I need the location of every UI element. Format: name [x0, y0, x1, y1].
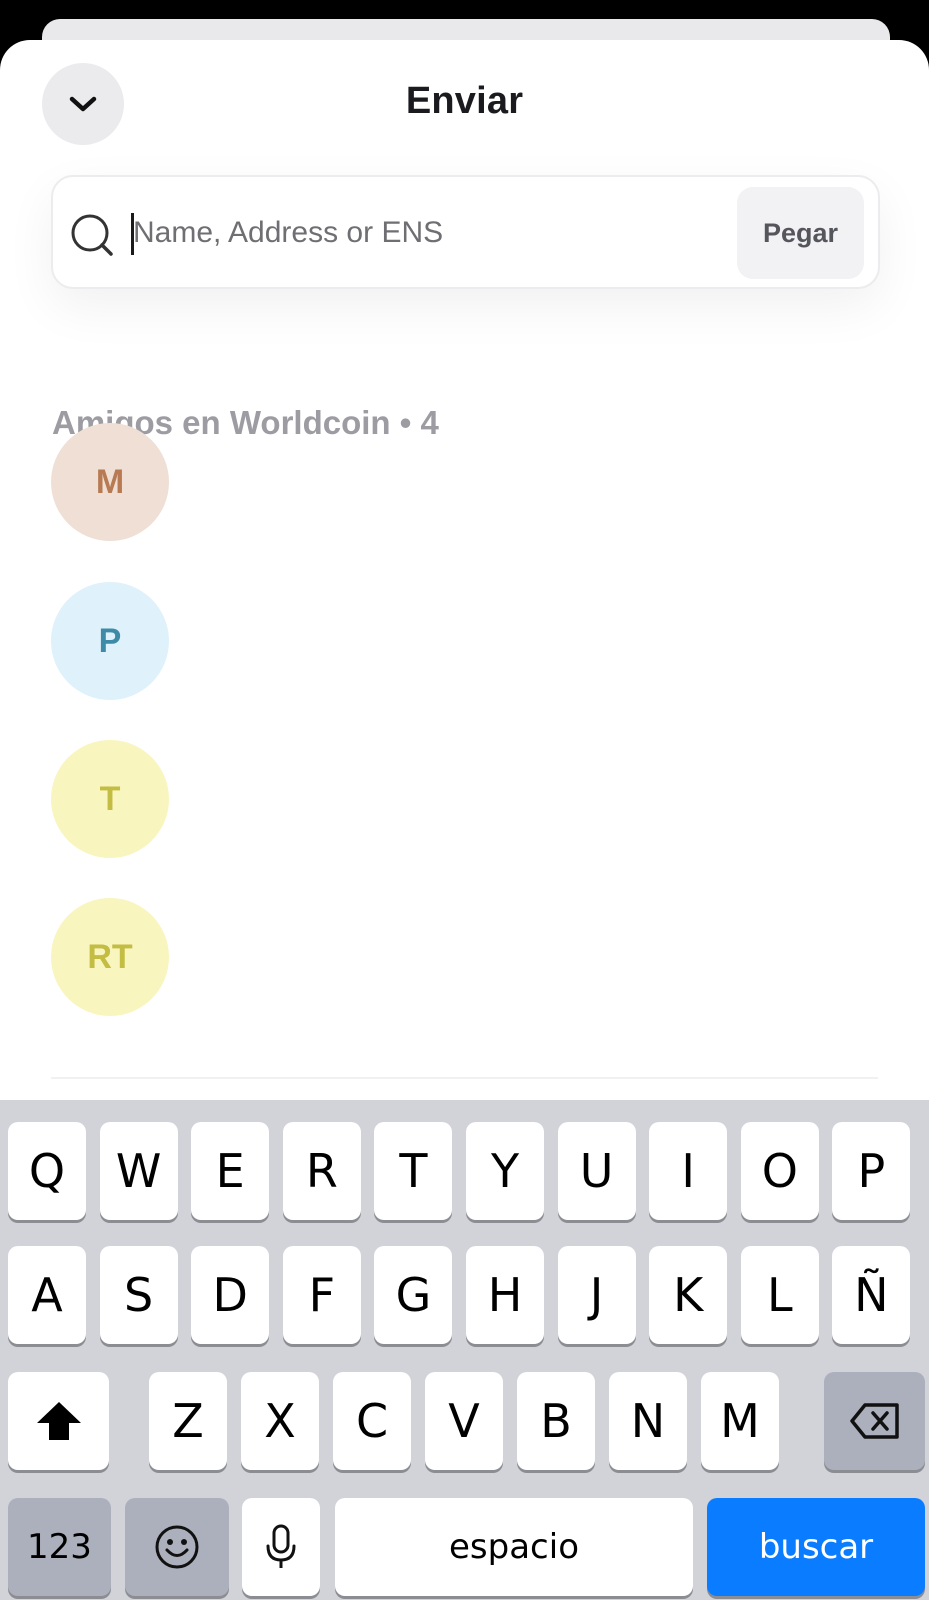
divider [51, 1077, 878, 1079]
key-x[interactable]: X [241, 1372, 319, 1470]
key-e[interactable]: E [191, 1122, 270, 1220]
paste-button[interactable]: Pegar [737, 187, 864, 279]
key-u[interactable]: U [557, 1122, 636, 1220]
key-f[interactable]: F [282, 1246, 361, 1344]
key-r[interactable]: R [282, 1122, 361, 1220]
key-l[interactable]: L [740, 1246, 819, 1344]
microphone-icon [266, 1524, 296, 1568]
key-q[interactable]: Q [8, 1122, 86, 1220]
key-b[interactable]: B [517, 1372, 595, 1470]
key-d[interactable]: D [191, 1246, 270, 1344]
backspace-icon [849, 1403, 899, 1439]
key-c[interactable]: C [333, 1372, 411, 1470]
key-a[interactable]: A [8, 1246, 86, 1344]
key-p[interactable]: P [832, 1122, 911, 1220]
key-o[interactable]: O [740, 1122, 819, 1220]
contact-avatar[interactable]: RT [51, 898, 169, 1016]
shift-icon [36, 1402, 81, 1440]
key-n[interactable]: N [609, 1372, 687, 1470]
space-key[interactable]: espacio [335, 1498, 693, 1596]
dictation-key[interactable] [242, 1498, 320, 1596]
key-g[interactable]: G [374, 1246, 453, 1344]
page-title: Enviar [405, 80, 524, 122]
key-w[interactable]: W [99, 1122, 178, 1220]
key-ñ[interactable]: Ñ [832, 1246, 911, 1344]
key-v[interactable]: V [425, 1372, 503, 1470]
search-action-key[interactable]: buscar [707, 1498, 925, 1596]
key-h[interactable]: H [466, 1246, 544, 1344]
key-i[interactable]: I [649, 1122, 728, 1220]
send-sheet: Enviar Pegar Amigos en Worldcoin • 4 MPT… [0, 40, 929, 1110]
shift-key[interactable] [8, 1372, 109, 1470]
numbers-key[interactable]: 123 [8, 1498, 111, 1596]
key-y[interactable]: Y [466, 1122, 544, 1220]
emoji-key[interactable] [125, 1498, 229, 1596]
delete-key[interactable] [824, 1372, 925, 1470]
key-t[interactable]: T [374, 1122, 453, 1220]
key-j[interactable]: J [557, 1246, 636, 1344]
search-input[interactable] [133, 199, 713, 267]
search-icon [71, 214, 113, 256]
key-z[interactable]: Z [149, 1372, 227, 1470]
on-screen-keyboard: Q W E R T Y U I O P A S D F G H J K L Ñ Z X C V B N M 123 espacio bus… [0, 1100, 929, 1600]
contact-avatar[interactable]: T [51, 740, 169, 858]
key-m[interactable]: M [701, 1372, 779, 1470]
key-s[interactable]: S [99, 1246, 178, 1344]
contact-avatar[interactable]: M [51, 423, 169, 541]
contact-avatar[interactable]: P [51, 582, 169, 700]
key-k[interactable]: K [649, 1246, 728, 1344]
emoji-icon [155, 1525, 199, 1569]
search-bar: Pegar [51, 175, 880, 289]
